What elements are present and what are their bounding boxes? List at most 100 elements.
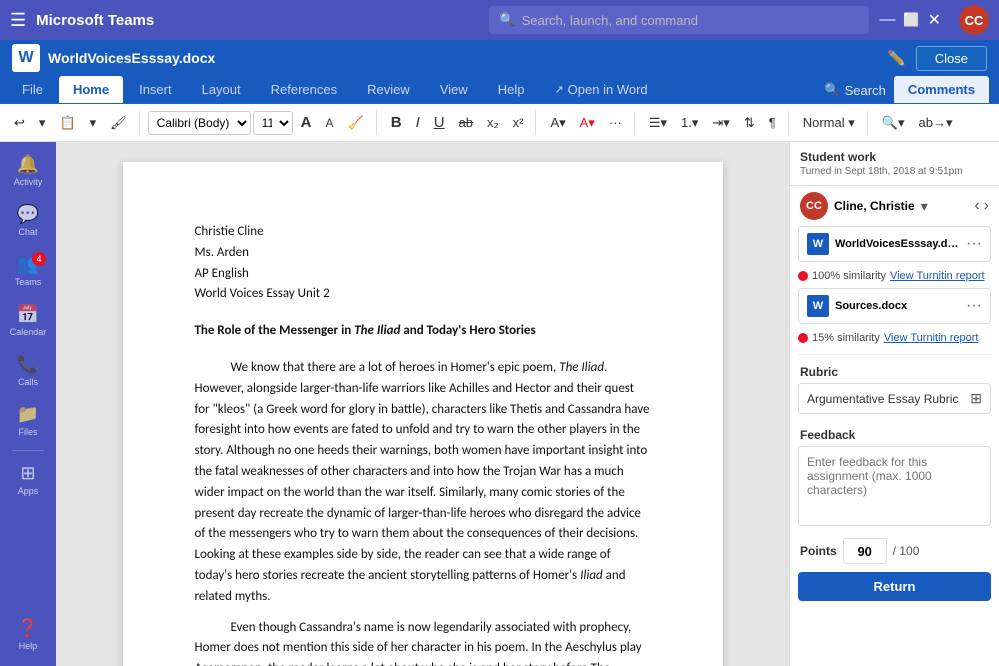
sidebar-item-files[interactable]: 📁 Files [4, 396, 52, 444]
help-label: Help [19, 641, 38, 651]
highlight-button[interactable]: A▾ [544, 111, 571, 135]
teams-sidebar: 🔔 Activity 💬 Chat 👥 Teams 4 📅 Calendar 📞… [0, 142, 56, 666]
styles-group: Normal ▾ [797, 111, 868, 135]
document-title: WorldVoicesEsssay.docx [48, 50, 887, 66]
paragraph-1[interactable]: We know that there are a lot of heroes i… [195, 358, 651, 608]
file-card-2[interactable]: W Sources.docx ··· [798, 288, 991, 324]
clear-format-button[interactable]: 🧹 [342, 111, 370, 135]
paragraph-2[interactable]: Even though Cassandra's name is now lege… [195, 618, 651, 666]
sidebar-item-teams[interactable]: 👥 Teams 4 [4, 246, 52, 294]
student-dropdown-icon[interactable]: ▾ [921, 198, 928, 215]
replace-button[interactable]: ab→▾ [912, 111, 958, 135]
indent-button[interactable]: ⇥▾ [706, 111, 735, 135]
word-doc-icon-1: W [807, 233, 829, 255]
rubric-expand-icon[interactable]: ⊞ [970, 390, 982, 407]
subscript-button[interactable]: x₂ [481, 111, 505, 134]
font-size-select[interactable]: 11 [253, 111, 293, 135]
find-button[interactable]: 🔍▾ [876, 111, 911, 135]
help-icon: ❓ [17, 618, 39, 639]
more-formatting-button[interactable]: ··· [603, 111, 628, 134]
file-more-button-1[interactable]: ··· [966, 235, 982, 253]
edit-icon[interactable]: ✏️ [887, 49, 906, 67]
tab-references[interactable]: References [257, 76, 351, 103]
strikethrough-button[interactable]: ab [453, 111, 479, 134]
teams-label: Teams [15, 277, 42, 287]
tab-review[interactable]: Review [353, 76, 424, 103]
paste-dropdown[interactable]: ▾ [84, 111, 103, 135]
apps-icon: ⊞ [20, 463, 35, 484]
tab-view[interactable]: View [426, 76, 482, 103]
activity-icon: 🔔 [17, 154, 39, 175]
formatting-group: B I U ab x₂ x² [385, 110, 537, 135]
turnitin-link-2[interactable]: View Turnitin report [884, 332, 979, 344]
sidebar-item-help[interactable]: ❓ Help [4, 610, 52, 658]
find-group: 🔍▾ ab→▾ [876, 111, 965, 135]
search-input[interactable] [522, 13, 860, 28]
paste-button[interactable]: 📋 [53, 111, 81, 135]
panel-next-button[interactable]: › [984, 197, 989, 215]
close-button[interactable]: Close [916, 46, 987, 71]
panel-header: Student work Turned in Sept 18th, 2018 a… [790, 142, 999, 186]
sidebar-item-chat[interactable]: 💬 Chat [4, 196, 52, 244]
document-page[interactable]: Christie Cline Ms. Arden AP English Worl… [123, 162, 723, 666]
numbering-button[interactable]: 1.▾ [675, 111, 704, 135]
search-tab-area[interactable]: 🔍 Search [824, 82, 885, 103]
turnitin-link-1[interactable]: View Turnitin report [890, 270, 985, 282]
tab-file[interactable]: File [8, 76, 57, 103]
rubric-box[interactable]: Argumentative Essay Rubric ⊞ [798, 383, 991, 414]
font-shrink-button[interactable]: A [320, 112, 340, 134]
chat-label: Chat [18, 227, 37, 237]
sidebar-item-calendar[interactable]: 📅 Calendar [4, 296, 52, 344]
file-more-button-2[interactable]: ··· [966, 297, 982, 315]
file-name-1: WorldVoicesEsssay.docx [835, 238, 960, 250]
toolbar: ↩ ▾ 📋 ▾ 🖌 Calibri (Body) 11 A A 🧹 B I U … [0, 104, 999, 142]
bold-button[interactable]: B [385, 110, 408, 135]
feedback-section-label: Feedback [790, 422, 999, 446]
underline-button[interactable]: U [428, 110, 451, 135]
styles-dropdown[interactable]: Normal ▾ [797, 111, 861, 135]
word-title-bar: W WorldVoicesEsssay.docx ✏️ Close [0, 40, 999, 76]
feedback-textarea[interactable] [798, 446, 991, 526]
maximize-icon[interactable]: ⬜ [903, 12, 919, 28]
italic-button[interactable]: I [410, 110, 426, 135]
tab-insert[interactable]: Insert [125, 76, 186, 103]
superscript-button[interactable]: x² [507, 111, 530, 134]
calendar-label: Calendar [10, 327, 47, 337]
font-family-select[interactable]: Calibri (Body) [148, 111, 251, 135]
hamburger-menu[interactable]: ☰ [10, 10, 26, 31]
points-max: / 100 [893, 544, 920, 558]
minimize-icon[interactable]: — [879, 11, 895, 29]
font-grow-button[interactable]: A [295, 110, 318, 135]
tab-home[interactable]: Home [59, 76, 123, 103]
font-group: Calibri (Body) 11 A A 🧹 [148, 110, 377, 135]
show-para-button[interactable]: ¶ [763, 111, 782, 134]
sort-button[interactable]: ⇅ [738, 111, 761, 135]
format-painter-button[interactable]: 🖌 [104, 111, 133, 135]
files-label: Files [18, 427, 37, 437]
file-card-1[interactable]: W WorldVoicesEsssay.docx ··· [798, 226, 991, 262]
user-avatar[interactable]: CC [959, 5, 989, 35]
tab-layout[interactable]: Layout [188, 76, 255, 103]
sidebar-item-apps[interactable]: ⊞ Apps [4, 455, 52, 503]
font-color-button[interactable]: A▾ [574, 111, 601, 135]
list-group: ☰▾ 1.▾ ⇥▾ ⇅ ¶ [643, 111, 789, 135]
bullets-button[interactable]: ☰▾ [643, 111, 673, 135]
iliad-ref-2: Iliad [580, 568, 603, 583]
student-info-row: CC Cline, Christie ▾ ‹ › [790, 186, 999, 226]
sidebar-item-activity[interactable]: 🔔 Activity [4, 146, 52, 194]
document-area: Christie Cline Ms. Arden AP English Worl… [56, 142, 789, 666]
apps-label: Apps [18, 486, 39, 496]
undo-dropdown[interactable]: ▾ [33, 111, 52, 135]
sidebar-item-calls[interactable]: 📞 Calls [4, 346, 52, 394]
calls-icon: 📞 [17, 354, 39, 375]
tab-help[interactable]: Help [484, 76, 539, 103]
tab-open-in-word[interactable]: ↗ Open in Word [540, 76, 661, 103]
return-button[interactable]: Return [798, 572, 991, 601]
close-icon[interactable]: ✕ [928, 10, 941, 30]
command-search-bar[interactable]: 🔍 [489, 6, 869, 34]
panel-prev-button[interactable]: ‹ [974, 197, 979, 215]
author-name: Christie Cline [195, 222, 651, 243]
points-input[interactable] [843, 538, 887, 564]
undo-button[interactable]: ↩ [8, 111, 31, 135]
tab-comments[interactable]: Comments [894, 76, 989, 103]
